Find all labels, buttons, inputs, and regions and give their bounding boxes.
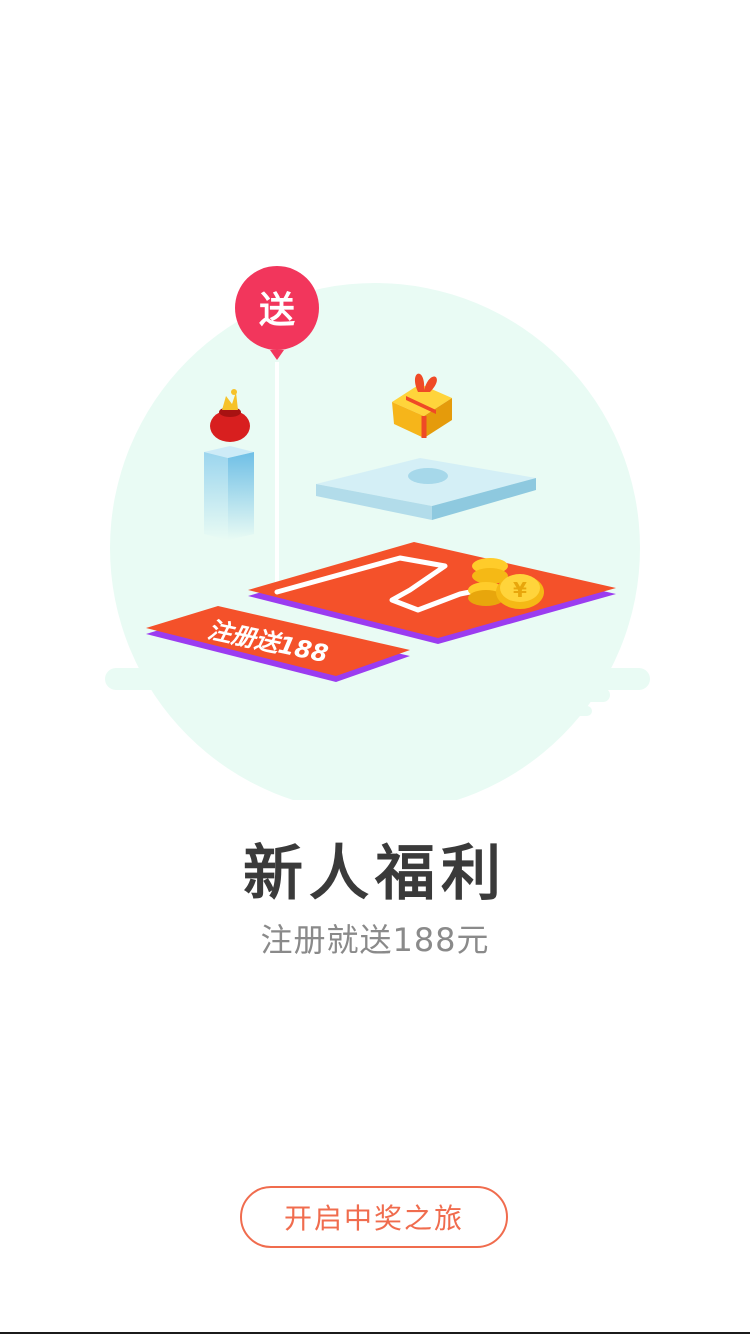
- onboarding-illustration: ¥ 注册送188 送: [105, 266, 650, 800]
- start-journey-button[interactable]: 开启中奖之旅: [240, 1186, 508, 1248]
- page-subtitle: 注册就送188元: [260, 921, 490, 959]
- balloon-text: 送: [259, 290, 295, 331]
- background-circle: [110, 283, 640, 800]
- page-title: 新人福利: [243, 839, 507, 909]
- pillar: [204, 446, 254, 540]
- svg-text:¥: ¥: [513, 578, 527, 602]
- onboarding-page: ¥ 注册送188 送 新人福利 注册就送188元 开启中奖之旅: [0, 0, 750, 1334]
- start-journey-button-label: 开启中奖之旅: [283, 1202, 464, 1235]
